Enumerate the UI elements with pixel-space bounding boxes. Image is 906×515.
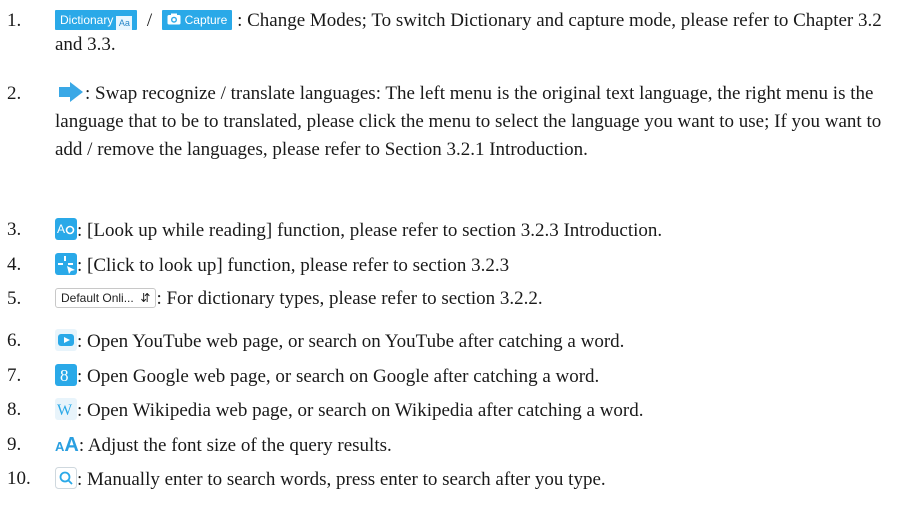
youtube-icon[interactable] bbox=[55, 329, 77, 351]
item-body: : Manually enter to search words, press … bbox=[55, 467, 902, 492]
look-up-while-reading-icon[interactable]: A bbox=[55, 218, 77, 240]
list-item: 8. W: Open Wikipedia web page, or search… bbox=[0, 398, 906, 424]
item-body: Dictionary Aa / Capture : Change Modes; T… bbox=[55, 9, 902, 57]
dictionary-mode-button[interactable]: Dictionary Aa bbox=[55, 10, 138, 30]
item-number: 5. bbox=[7, 288, 22, 309]
item-number: 4. bbox=[7, 254, 22, 275]
item-text: : Open Wikipedia web page, or search on … bbox=[77, 400, 644, 421]
item-number: 3. bbox=[7, 219, 22, 240]
item-body: 8 : Open Google web page, or search on Go… bbox=[55, 364, 902, 389]
google-icon[interactable]: 8 bbox=[55, 364, 77, 386]
item-text: : Open YouTube web page, or search on Yo… bbox=[77, 331, 625, 352]
list-item: 9. AA: Adjust the font size of the query… bbox=[0, 433, 906, 459]
wikipedia-icon[interactable]: W bbox=[55, 398, 77, 420]
list-item: 1. Dictionary Aa / Capture : Change Modes… bbox=[0, 9, 906, 57]
item-body: A : [Look up while reading] function, ple… bbox=[55, 218, 902, 243]
list-item: 3. A : [Look up while reading] function, … bbox=[0, 218, 906, 244]
item-number: 8. bbox=[7, 399, 22, 420]
svg-text:W: W bbox=[57, 402, 73, 419]
list-item: 7. 8 : Open Google web page, or search on… bbox=[0, 364, 906, 390]
item-number: 2. bbox=[7, 83, 22, 104]
list-item: 4. : [Click to look up] function, please… bbox=[0, 253, 906, 279]
swap-arrow-icon[interactable] bbox=[55, 81, 85, 103]
item-body: W: Open Wikipedia web page, or search on… bbox=[55, 398, 902, 423]
item-body: Default Onli... ⇵: For dictionary types,… bbox=[55, 287, 902, 311]
svg-text:A: A bbox=[57, 222, 65, 236]
item-number: 7. bbox=[7, 365, 22, 386]
list-item: 10. : Manually enter to search words, pr… bbox=[0, 467, 906, 493]
list-item: 6. : Open YouTube web page, or search on… bbox=[0, 329, 906, 355]
item-text: : [Click to look up] function, please re… bbox=[77, 255, 510, 276]
item-body: : Swap recognize / translate languages: … bbox=[55, 80, 902, 164]
item-text: : [Look up while reading] function, plea… bbox=[77, 220, 663, 241]
svg-text:8: 8 bbox=[60, 366, 69, 385]
item-body: : Open YouTube web page, or search on Yo… bbox=[55, 329, 902, 354]
item-number: 1. bbox=[7, 10, 22, 31]
item-body: : [Click to look up] function, please re… bbox=[55, 253, 902, 278]
chevron-up-down-icon: ⇵ bbox=[140, 291, 151, 305]
item-text: : Manually enter to search words, press … bbox=[77, 469, 606, 490]
item-text: : Swap recognize / translate languages: … bbox=[55, 83, 882, 160]
click-to-look-up-icon[interactable] bbox=[55, 253, 77, 275]
item-number: 6. bbox=[7, 330, 22, 351]
list-item: 2. : Swap recognize / translate language… bbox=[0, 82, 906, 192]
search-icon[interactable] bbox=[55, 467, 77, 489]
dictionary-type-select[interactable]: Default Onli... ⇵ bbox=[55, 288, 157, 308]
item-text: : Open Google web page, or search on Goo… bbox=[77, 366, 600, 387]
font-size-icon[interactable]: AA bbox=[55, 434, 79, 456]
item-text: : Adjust the font size of the query resu… bbox=[78, 435, 392, 456]
item-body: AA: Adjust the font size of the query re… bbox=[55, 433, 902, 459]
item-number: 10. bbox=[7, 468, 31, 489]
list-item: 5. Default Onli... ⇵: For dictionary typ… bbox=[0, 287, 906, 313]
capture-mode-button[interactable]: Capture bbox=[161, 10, 233, 30]
item-number: 9. bbox=[7, 434, 22, 455]
dictionary-search-icon: Aa bbox=[116, 16, 133, 30]
item-text: : For dictionary types, please refer to … bbox=[156, 288, 543, 309]
slash-separator: / bbox=[142, 10, 157, 31]
camera-icon bbox=[167, 13, 181, 25]
